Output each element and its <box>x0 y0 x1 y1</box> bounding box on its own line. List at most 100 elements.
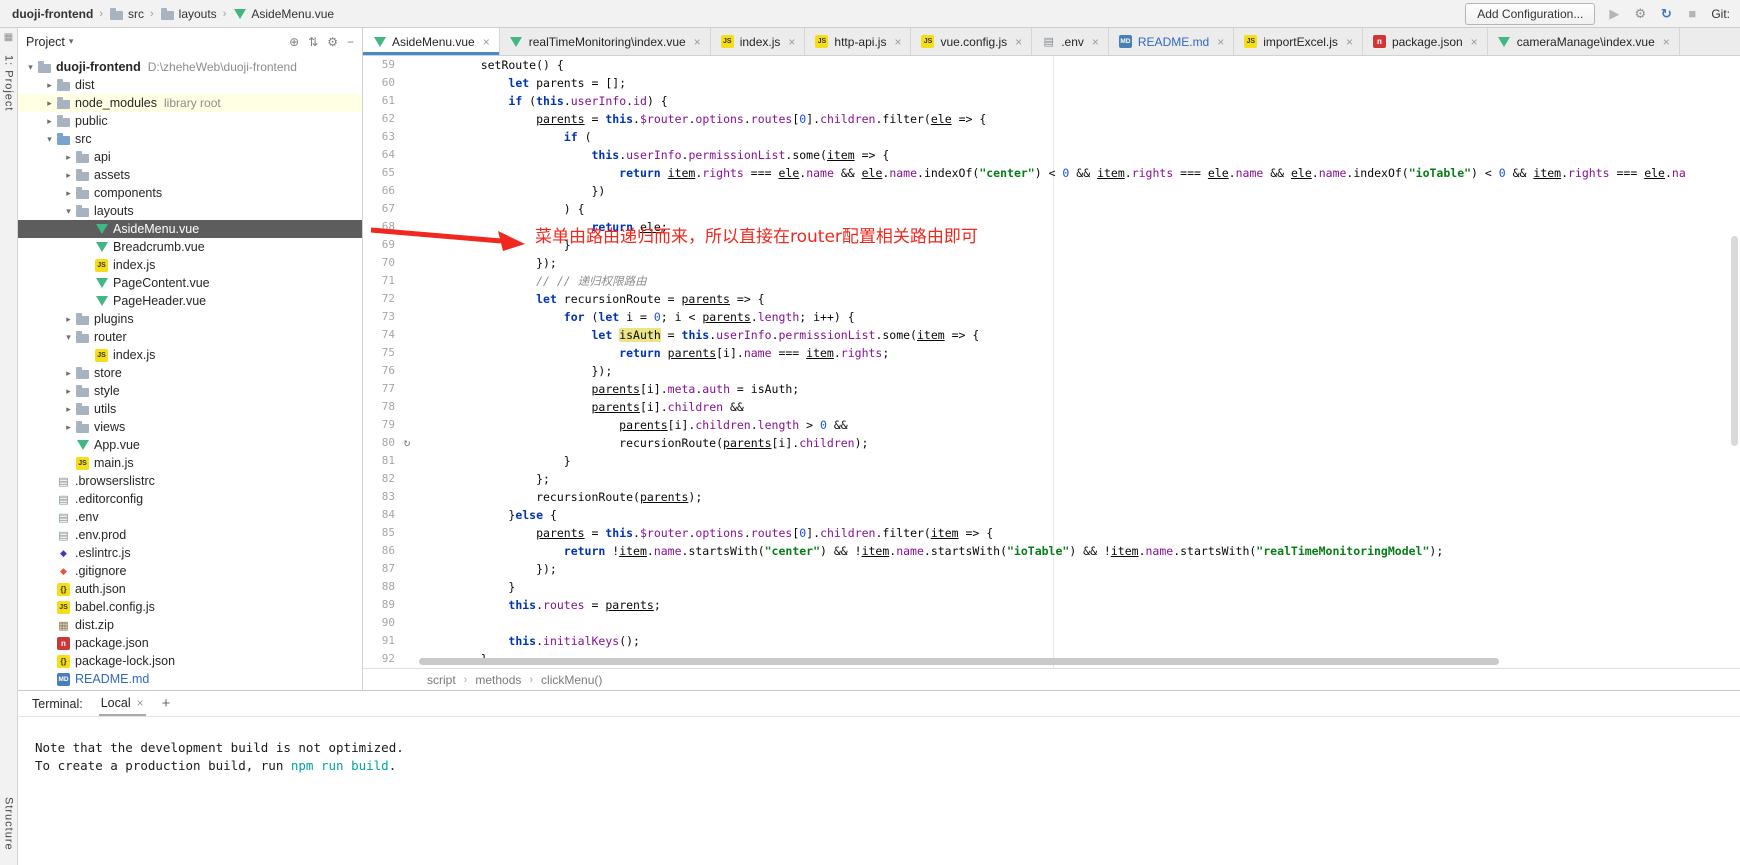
code-text[interactable]: return parents[i].name === item.rights; <box>417 344 889 362</box>
chevron-down-icon[interactable]: ▾ <box>62 332 75 343</box>
tree-item-PageContent.vue[interactable]: PageContent.vue <box>18 274 362 292</box>
code-text[interactable]: return item.rights === ele.name && ele.n… <box>417 164 1686 182</box>
code-text[interactable]: let isAuth = this.userInfo.permissionLis… <box>417 326 979 344</box>
tab-package.json[interactable]: npackage.json× <box>1363 28 1488 55</box>
chevron-right-icon[interactable]: ▸ <box>62 386 75 397</box>
tab-AsideMenu.vue[interactable]: AsideMenu.vue× <box>363 28 500 55</box>
chevron-down-icon[interactable]: ▾ <box>43 134 56 145</box>
code-text[interactable]: ) { <box>417 200 585 218</box>
code-text[interactable]: }else { <box>417 506 557 524</box>
breadcrumb-item-clickMenu()[interactable]: clickMenu() <box>541 673 602 687</box>
chevron-right-icon[interactable]: ▸ <box>62 314 75 325</box>
tab-close-icon[interactable]: × <box>1015 35 1022 49</box>
terminal-output[interactable]: Note that the development build is not o… <box>18 717 1740 865</box>
git-widget[interactable]: Git: <box>1711 7 1730 21</box>
chevron-right-icon[interactable]: ▸ <box>62 404 75 415</box>
tab-close-icon[interactable]: × <box>788 35 795 49</box>
code-text[interactable]: }); <box>417 560 557 578</box>
run-icon[interactable]: ▶ <box>1605 6 1623 22</box>
code-text[interactable]: if ( <box>417 128 592 146</box>
tree-item-api[interactable]: ▸api <box>18 148 362 166</box>
breadcrumb-item-src[interactable]: src <box>107 7 146 21</box>
code-text[interactable]: parents[i].children && <box>417 398 744 416</box>
tree-item-dist.zip[interactable]: ▦dist.zip <box>18 616 362 634</box>
project-view-dropdown[interactable]: Project ▾ <box>26 35 73 49</box>
code-text[interactable]: return ele; <box>417 218 668 236</box>
settings-icon[interactable]: ⚙ <box>327 35 338 49</box>
tree-item-router[interactable]: ▾router <box>18 328 362 346</box>
tree-item-.gitignore[interactable]: ◆.gitignore <box>18 562 362 580</box>
hide-icon[interactable]: − <box>347 35 354 49</box>
code-text[interactable]: let parents = []; <box>417 74 626 92</box>
code-text[interactable]: for (let i = 0; i < parents.length; i++)… <box>417 308 855 326</box>
code-text[interactable]: parents = this.$router.options.routes[0]… <box>417 110 986 128</box>
chevron-down-icon[interactable]: ▾ <box>62 206 75 217</box>
code-text[interactable]: this.userInfo.permissionList.some(item =… <box>417 146 889 164</box>
vertical-scrollbar[interactable] <box>1731 236 1738 446</box>
code-text[interactable]: this.routes = parents; <box>417 596 661 614</box>
code-area[interactable]: 59 setRoute() {60 let parents = [];61 if… <box>363 56 1740 668</box>
code-text[interactable]: }); <box>417 254 557 272</box>
tree-item-src[interactable]: ▾src <box>18 130 362 148</box>
breadcrumb-item-script[interactable]: script <box>427 673 456 687</box>
tree-item-index.js[interactable]: JSindex.js <box>18 346 362 364</box>
tab-README.md[interactable]: MDREADME.md× <box>1109 28 1234 55</box>
tab-close-icon[interactable]: × <box>894 35 901 49</box>
tree-item-store[interactable]: ▸store <box>18 364 362 382</box>
tree-item-App.vue[interactable]: App.vue <box>18 436 362 454</box>
tree-item-index.js[interactable]: JSindex.js <box>18 256 362 274</box>
tab-close-icon[interactable]: × <box>694 35 701 49</box>
code-text[interactable]: } <box>417 452 571 470</box>
code-text[interactable] <box>417 614 453 632</box>
code-text[interactable]: // // 递归权限路由 <box>417 272 647 290</box>
tab-close-icon[interactable]: × <box>1346 35 1353 49</box>
chevron-right-icon[interactable]: ▸ <box>43 98 56 109</box>
tree-item-assets[interactable]: ▸assets <box>18 166 362 184</box>
breadcrumb-item-AsideMenu.vue[interactable]: AsideMenu.vue <box>230 7 336 21</box>
tree-item-utils[interactable]: ▸utils <box>18 400 362 418</box>
breadcrumb-item-layouts[interactable]: layouts <box>158 7 219 21</box>
tree-item-plugins[interactable]: ▸plugins <box>18 310 362 328</box>
tree-item-style[interactable]: ▸style <box>18 382 362 400</box>
tree-item-.env.prod[interactable]: ▤.env.prod <box>18 526 362 544</box>
tree-item-package.json[interactable]: npackage.json <box>18 634 362 652</box>
breadcrumb-item-duoji-frontend[interactable]: duoji-frontend <box>10 7 95 21</box>
code-text[interactable]: }); <box>417 362 612 380</box>
tree-item-main.js[interactable]: JSmain.js <box>18 454 362 472</box>
tab-close-icon[interactable]: × <box>483 35 490 49</box>
tree-item-.browserslistrc[interactable]: ▤.browserslistrc <box>18 472 362 490</box>
tab-realTimeMonitoring\index.vue[interactable]: realTimeMonitoring\index.vue× <box>500 28 711 55</box>
tree-item-.editorconfig[interactable]: ▤.editorconfig <box>18 490 362 508</box>
tool-strip-project-button[interactable]: 1: Project <box>3 55 15 111</box>
tree-item-node_modules[interactable]: ▸node_moduleslibrary root <box>18 94 362 112</box>
terminal-tab-local[interactable]: Local × <box>99 691 146 716</box>
code-text[interactable]: parents[i].meta.auth = isAuth; <box>417 380 799 398</box>
tree-item-components[interactable]: ▸components <box>18 184 362 202</box>
vcs-update-icon[interactable]: ↻ <box>1657 6 1675 22</box>
code-text[interactable]: parents[i].children.length > 0 && <box>417 416 848 434</box>
tree-item-layouts[interactable]: ▾layouts <box>18 202 362 220</box>
code-text[interactable]: }) <box>417 182 605 200</box>
chevron-right-icon[interactable]: ▸ <box>62 368 75 379</box>
chevron-right-icon[interactable]: ▸ <box>43 80 56 91</box>
tab-close-icon[interactable]: × <box>1217 35 1224 49</box>
code-text[interactable]: } <box>417 578 515 596</box>
tree-item-views[interactable]: ▸views <box>18 418 362 436</box>
tool-window-switcher-icon[interactable]: ▦ <box>4 32 13 43</box>
stop-icon[interactable]: ■ <box>1683 6 1701 21</box>
code-text[interactable]: return !item.name.startsWith("center") &… <box>417 542 1443 560</box>
tab-cameraManage\index.vue[interactable]: cameraManage\index.vue× <box>1488 28 1680 55</box>
chevron-right-icon[interactable]: ▸ <box>43 116 56 127</box>
tree-item-README.md[interactable]: MDREADME.md <box>18 670 362 688</box>
code-text[interactable]: } <box>417 236 571 254</box>
code-text[interactable]: recursionRoute(parents); <box>417 488 702 506</box>
tree-item-public[interactable]: ▸public <box>18 112 362 130</box>
code-text[interactable]: recursionRoute(parents[i].children); <box>417 434 868 452</box>
tool-strip-structure-button[interactable]: Structure <box>3 797 15 851</box>
tab-importExcel.js[interactable]: JSimportExcel.js× <box>1234 28 1363 55</box>
settings-icon[interactable]: ⚙ <box>1631 6 1649 22</box>
code-text[interactable]: let recursionRoute = parents => { <box>417 290 765 308</box>
tree-item-babel.config.js[interactable]: JSbabel.config.js <box>18 598 362 616</box>
tree-item-Breadcrumb.vue[interactable]: Breadcrumb.vue <box>18 238 362 256</box>
tab-index.js[interactable]: JSindex.js× <box>711 28 806 55</box>
